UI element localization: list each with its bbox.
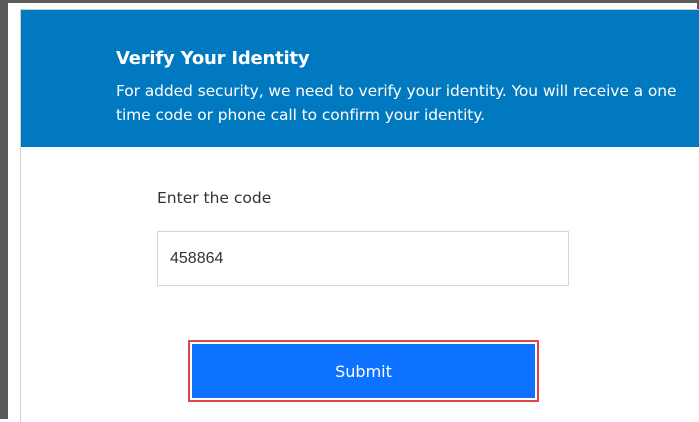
header-description: For added security, we need to verify yo…: [116, 82, 677, 124]
code-field-label: Enter the code: [157, 189, 272, 207]
window-frame: Verify Your Identity For added security,…: [0, 0, 699, 422]
page-title: Verify Your Identity: [116, 48, 310, 69]
code-input[interactable]: [157, 231, 569, 286]
submit-highlight: Submit: [188, 340, 539, 402]
verification-panel: Verify Your Identity For added security,…: [20, 9, 699, 422]
verify-header: Verify Your Identity For added security,…: [21, 10, 699, 147]
submit-button[interactable]: Submit: [192, 344, 535, 398]
